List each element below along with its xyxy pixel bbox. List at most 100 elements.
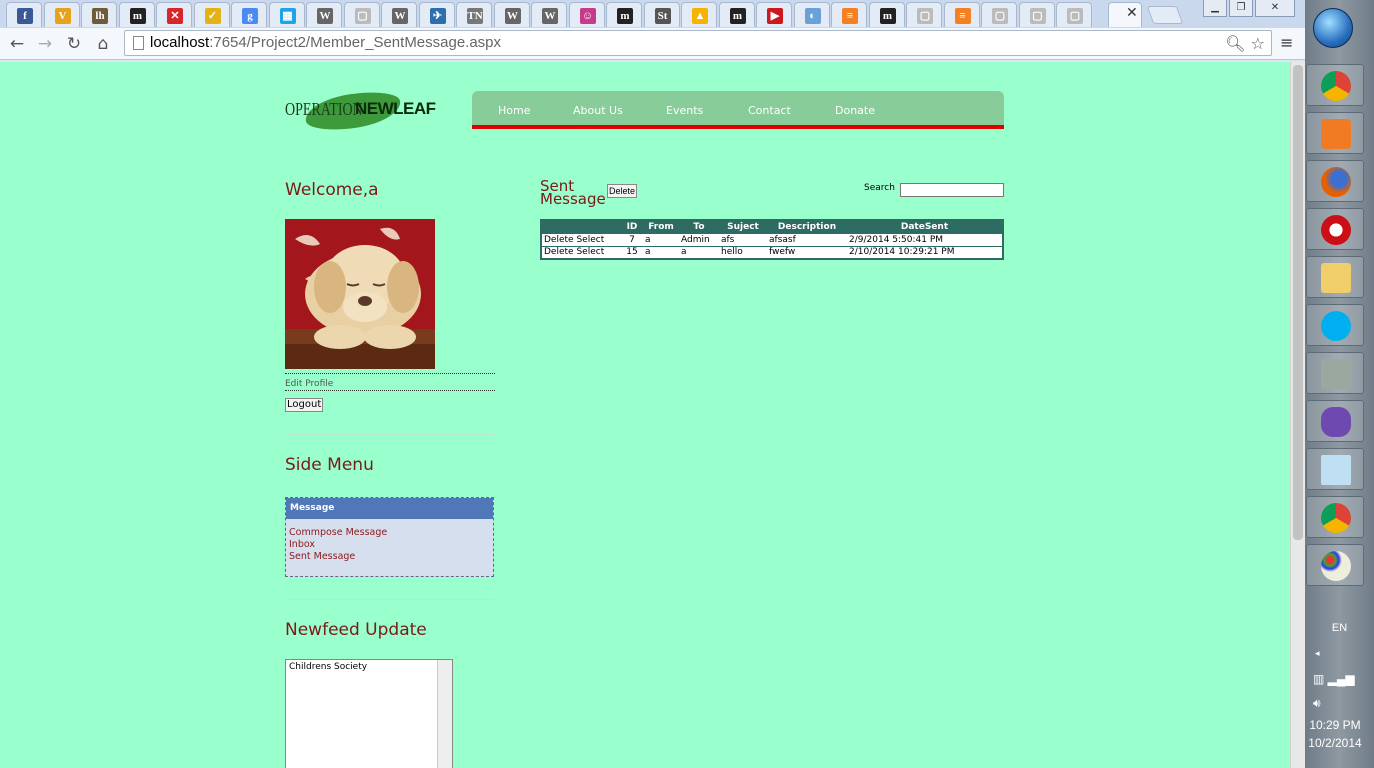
- browser-tab[interactable]: V: [43, 2, 80, 27]
- url-text[interactable]: localhost:7654/Project2/Member_SentMessa…: [150, 34, 501, 51]
- browser-tab[interactable]: ▢: [906, 2, 942, 27]
- taskbar-visual-studio[interactable]: [1306, 400, 1364, 442]
- new-tab-button[interactable]: [1146, 6, 1184, 24]
- back-arrow-icon[interactable]: ←: [6, 33, 28, 55]
- browser-tab[interactable]: ▢: [1018, 2, 1055, 27]
- sent-message-link[interactable]: Sent Message: [289, 551, 490, 563]
- row-select-link[interactable]: Select: [576, 235, 604, 245]
- taskbar-explorer[interactable]: [1306, 256, 1364, 298]
- tab-favicon-icon: lh: [92, 8, 108, 24]
- browser-tab[interactable]: m: [118, 2, 155, 27]
- browser-tab[interactable]: W: [381, 2, 417, 27]
- browser-tab[interactable]: ▦: [268, 2, 305, 27]
- message-menu-header[interactable]: Message: [286, 498, 493, 519]
- nav-donate[interactable]: Donate: [835, 104, 875, 117]
- close-window-button[interactable]: ✕: [1255, 0, 1295, 17]
- minimize-button[interactable]: ▁: [1203, 0, 1227, 17]
- reload-icon[interactable]: ↻: [63, 33, 85, 55]
- logout-button[interactable]: Logout: [285, 398, 324, 412]
- browser-tab[interactable]: m: [606, 2, 642, 27]
- taskbar-opera[interactable]: [1306, 208, 1364, 250]
- newsfeed-item[interactable]: Childrens Society: [289, 662, 367, 672]
- restore-button[interactable]: ❐: [1229, 0, 1253, 17]
- row-actions: Delete Select: [541, 245, 621, 259]
- tab-favicon-icon: ▲: [692, 8, 708, 24]
- page-scrollbar[interactable]: [1290, 62, 1305, 768]
- browser-tab[interactable]: ☺: [568, 2, 605, 27]
- inbox-link[interactable]: Inbox: [289, 539, 490, 551]
- taskbar-chrome-2[interactable]: [1306, 496, 1364, 538]
- browser-tab[interactable]: ▶: [756, 2, 792, 27]
- home-icon[interactable]: ⌂: [92, 33, 114, 55]
- browser-tab[interactable]: St: [643, 2, 680, 27]
- chrome-icon: [1321, 71, 1351, 101]
- zoom-icon[interactable]: 🔍︎: [1225, 34, 1245, 53]
- taskbar-skype[interactable]: [1306, 304, 1364, 346]
- row-delete-link[interactable]: Delete: [544, 235, 574, 245]
- tab-favicon-icon: f: [17, 8, 33, 24]
- taskbar-notepad[interactable]: [1306, 448, 1364, 490]
- table-row: Delete Select 7 a Admin afs afsasf 2/9/2…: [541, 232, 1003, 246]
- browser-tab[interactable]: ◐: [793, 2, 830, 27]
- browser-tab[interactable]: ▢: [1056, 2, 1092, 27]
- volume-icon[interactable]: 🔊︎: [1313, 696, 1321, 711]
- tab-favicon-icon: W: [504, 8, 521, 24]
- language-indicator[interactable]: EN: [1305, 622, 1374, 634]
- browser-tab[interactable]: ✈: [418, 2, 455, 27]
- cell-description: afsasf: [767, 232, 847, 246]
- delete-button[interactable]: Delete: [607, 184, 638, 198]
- tab-favicon-icon: ≡: [954, 8, 971, 24]
- browser-tab[interactable]: W: [306, 2, 342, 27]
- clock-time[interactable]: 10:29 PM: [1305, 718, 1365, 732]
- table-header-row: ID From To Suject Description DateSent: [541, 220, 1003, 233]
- nav-events[interactable]: Events: [666, 104, 703, 117]
- nav-home[interactable]: Home: [498, 104, 530, 117]
- browser-tab[interactable]: ≡: [831, 2, 867, 27]
- address-bar[interactable]: localhost:7654/Project2/Member_SentMessa…: [124, 30, 1272, 56]
- media-player-icon: [1321, 119, 1351, 149]
- taskbar-firefox[interactable]: [1306, 160, 1364, 202]
- taskbar-chrome[interactable]: [1306, 64, 1364, 106]
- taskbar-tools[interactable]: [1306, 352, 1364, 394]
- browser-tab[interactable]: W: [493, 2, 530, 27]
- search-input[interactable]: [900, 183, 1004, 197]
- browser-tab[interactable]: W: [531, 2, 567, 27]
- row-delete-link[interactable]: Delete: [544, 247, 574, 257]
- show-hidden-icons-icon[interactable]: ◂: [1315, 648, 1320, 659]
- row-select-link[interactable]: Select: [576, 247, 604, 257]
- browser-tab[interactable]: ≡: [943, 2, 980, 27]
- browser-tab[interactable]: ✓: [193, 2, 230, 27]
- network-icon[interactable]: ▥ ▂▄▆: [1313, 672, 1355, 686]
- close-tab-icon[interactable]: ✕: [1126, 5, 1138, 21]
- browser-tab[interactable]: ▲: [681, 2, 717, 27]
- nav-about-us[interactable]: About Us: [573, 104, 623, 117]
- browser-tab[interactable]: TN: [456, 2, 492, 27]
- browser-tab[interactable]: lh: [81, 2, 117, 27]
- browser-tab[interactable]: g: [231, 2, 267, 27]
- site-logo[interactable]: OPERATION NEWLEAF: [285, 87, 445, 135]
- scrollbar-thumb[interactable]: [1293, 65, 1303, 540]
- taskbar-media-player[interactable]: [1306, 112, 1364, 154]
- nav-contact[interactable]: Contact: [748, 104, 791, 117]
- edit-profile-link[interactable]: Edit Profile: [285, 373, 495, 391]
- newsfeed-scrollbar[interactable]: [437, 660, 452, 768]
- tab-favicon-icon: W: [317, 8, 333, 24]
- browser-tab[interactable]: ▢: [343, 2, 380, 27]
- browser-tab[interactable]: ▢: [981, 2, 1017, 27]
- browser-tab[interactable]: m: [718, 2, 755, 27]
- chrome-menu-icon[interactable]: ≡: [1280, 33, 1293, 52]
- browser-tab[interactable]: m: [868, 2, 905, 27]
- bookmark-star-icon[interactable]: ☆: [1251, 34, 1265, 53]
- newsfeed-listbox[interactable]: Childrens Society: [285, 659, 453, 768]
- clock-date[interactable]: 10/2/2014: [1305, 736, 1365, 750]
- tab-favicon-icon: m: [879, 8, 896, 24]
- message-menu: Message Commpose Message Inbox Sent Mess…: [285, 497, 494, 577]
- browser-tab[interactable]: ✕: [156, 2, 192, 27]
- window-controls: ▁ ❐ ✕: [1203, 0, 1295, 17]
- taskbar-paint[interactable]: [1306, 544, 1364, 586]
- tab-favicon-icon: ✈: [429, 8, 446, 24]
- compose-message-link[interactable]: Commpose Message: [289, 527, 490, 539]
- start-button[interactable]: [1313, 8, 1353, 48]
- browser-tab[interactable]: f: [6, 2, 42, 27]
- forward-arrow-icon[interactable]: →: [34, 33, 56, 55]
